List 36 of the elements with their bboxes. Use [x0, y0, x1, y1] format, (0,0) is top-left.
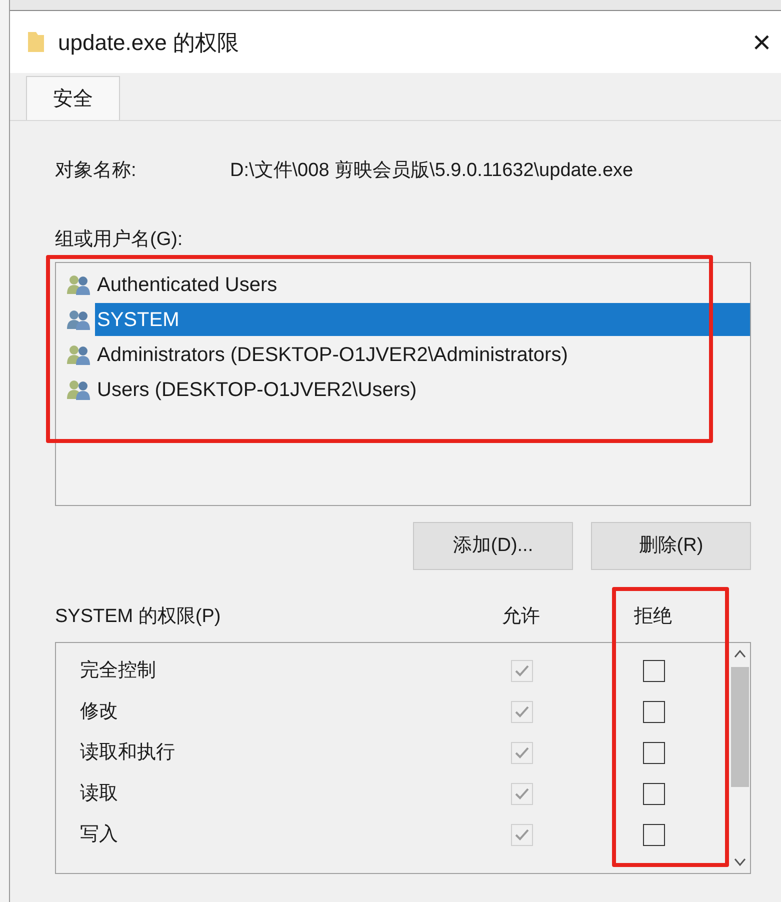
check-icon — [514, 745, 530, 761]
scrollbar-thumb[interactable] — [731, 666, 749, 786]
check-icon — [514, 663, 530, 679]
group-list-item[interactable]: Administrators (DESKTOP-O1JVER2\Administrators) — [95, 338, 570, 371]
check-icon — [514, 786, 530, 802]
permission-name: 修改 — [79, 700, 119, 724]
folder-icon — [26, 30, 46, 54]
checkbox[interactable] — [643, 701, 665, 723]
permission-name: 读取和执行 — [79, 740, 176, 765]
permission-name: 写入 — [79, 822, 119, 847]
check-icon — [514, 827, 530, 843]
permissions-label: SYSTEM 的权限(P) — [55, 605, 222, 629]
users-icon — [66, 378, 92, 400]
group-list-item[interactable]: Users (DESKTOP-O1JVER2\Users) — [95, 373, 419, 406]
close-button[interactable]: × — [748, 26, 775, 58]
window-title: update.exe 的权限 — [58, 28, 240, 57]
checkbox[interactable] — [643, 742, 665, 764]
check-icon — [514, 704, 530, 720]
users-icon — [66, 308, 92, 330]
group-list-item[interactable]: Authenticated Users — [95, 268, 280, 301]
checkbox[interactable] — [643, 783, 665, 805]
allow-header: 允许 — [501, 605, 541, 629]
tab[interactable]: 安全 — [26, 76, 120, 120]
checkbox[interactable] — [643, 824, 665, 846]
object-name-label: 对象名称: — [55, 159, 138, 183]
permission-name: 读取 — [79, 782, 119, 806]
action-button[interactable]: 添加(D)... — [413, 522, 573, 570]
groups-label: 组或用户名(G): — [55, 228, 183, 252]
permission-name: 完全控制 — [79, 658, 157, 683]
users-icon — [66, 274, 92, 296]
deny-header: 拒绝 — [633, 605, 673, 629]
checkbox[interactable] — [643, 660, 665, 682]
group-list-item[interactable]: SYSTEM — [95, 303, 750, 336]
users-icon — [66, 344, 92, 366]
object-name-value: D:\文件\008 剪映会员版\5.9.0.11632\update.exe — [230, 159, 634, 183]
action-button[interactable]: 删除(R) — [591, 522, 751, 570]
